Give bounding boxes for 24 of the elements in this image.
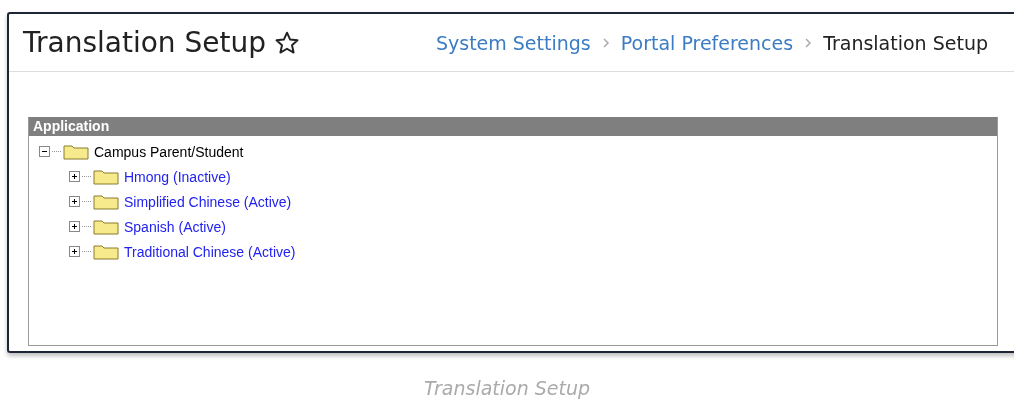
- expand-toggle[interactable]: [69, 171, 80, 182]
- folder-icon: [93, 168, 119, 185]
- tree-item[interactable]: Campus Parent/Student: [94, 143, 244, 160]
- tree-item[interactable]: Spanish (Active): [124, 218, 226, 235]
- panel-header: Application: [29, 117, 997, 136]
- chevron-icon: [600, 37, 611, 48]
- folder-icon: [93, 193, 119, 210]
- chevron-icon: [803, 37, 814, 48]
- expand-toggle[interactable]: [69, 246, 80, 257]
- star-icon[interactable]: [273, 29, 300, 56]
- collapse-toggle[interactable]: [39, 146, 50, 157]
- page-title: Translation Setup: [23, 26, 266, 59]
- tree-item[interactable]: Hmong (Inactive): [124, 168, 231, 185]
- image-caption: Translation Setup: [422, 377, 592, 399]
- breadcrumb-link[interactable]: Portal Preferences: [620, 31, 794, 54]
- breadcrumb-current: Translation Setup: [823, 31, 988, 54]
- folder-icon: [93, 218, 119, 235]
- tree-item[interactable]: Simplified Chinese (Active): [124, 193, 292, 210]
- folder-icon: [93, 243, 119, 260]
- tree-item[interactable]: Traditional Chinese (Active): [124, 243, 296, 260]
- expand-toggle[interactable]: [69, 196, 80, 207]
- folder-icon: [63, 143, 89, 160]
- breadcrumb-link[interactable]: System Settings: [435, 31, 591, 54]
- expand-toggle[interactable]: [69, 221, 80, 232]
